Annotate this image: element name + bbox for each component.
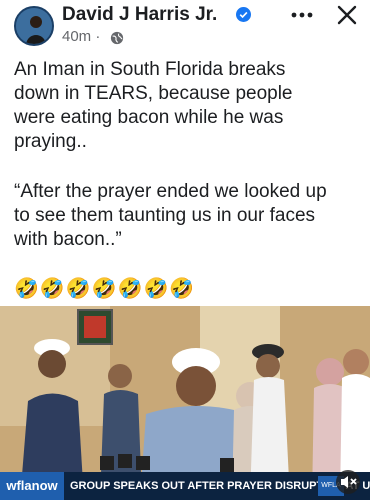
timestamp-text[interactable]: 40m bbox=[62, 28, 91, 45]
globe-icon bbox=[110, 31, 124, 45]
more-options-icon[interactable] bbox=[289, 6, 315, 24]
quote-line: with bacon..” bbox=[14, 229, 122, 250]
video-player[interactable] bbox=[0, 306, 370, 500]
laughing-emoji-row: 🤣🤣🤣🤣🤣🤣🤣 bbox=[14, 278, 196, 300]
quote-line: “After the prayer ended we looked up bbox=[14, 181, 327, 202]
post-text-line: were eating bacon while he was bbox=[14, 107, 284, 128]
post-text-line: down in TEARS, because people bbox=[14, 83, 293, 104]
avatar[interactable] bbox=[14, 6, 54, 46]
verified-badge-icon bbox=[236, 7, 251, 22]
post-text-line: praying.. bbox=[14, 131, 87, 152]
post-timestamp[interactable]: 40m · bbox=[62, 28, 100, 45]
meta-separator: · bbox=[91, 28, 101, 45]
close-icon[interactable] bbox=[336, 4, 358, 26]
post-header: David J Harris Jr. 40m · bbox=[0, 0, 370, 52]
speaker-muted-icon bbox=[341, 476, 357, 488]
news-ticker: wflanow GROUP SPEAKS OUT AFTER PRAYER DI… bbox=[0, 472, 370, 500]
mute-button[interactable] bbox=[336, 470, 360, 494]
post-body: An Iman in South Florida breaks down in … bbox=[14, 58, 359, 154]
video-frame bbox=[0, 306, 370, 500]
author-name[interactable]: David J Harris Jr. bbox=[62, 4, 217, 26]
post-quote: “After the prayer ended we looked up to … bbox=[14, 180, 359, 252]
post-text-line: An Iman in South Florida breaks bbox=[14, 59, 286, 80]
avatar-image bbox=[16, 8, 52, 44]
station-logo: wflanow bbox=[0, 472, 64, 500]
quote-line: to see them taunting us in our faces bbox=[14, 205, 316, 226]
